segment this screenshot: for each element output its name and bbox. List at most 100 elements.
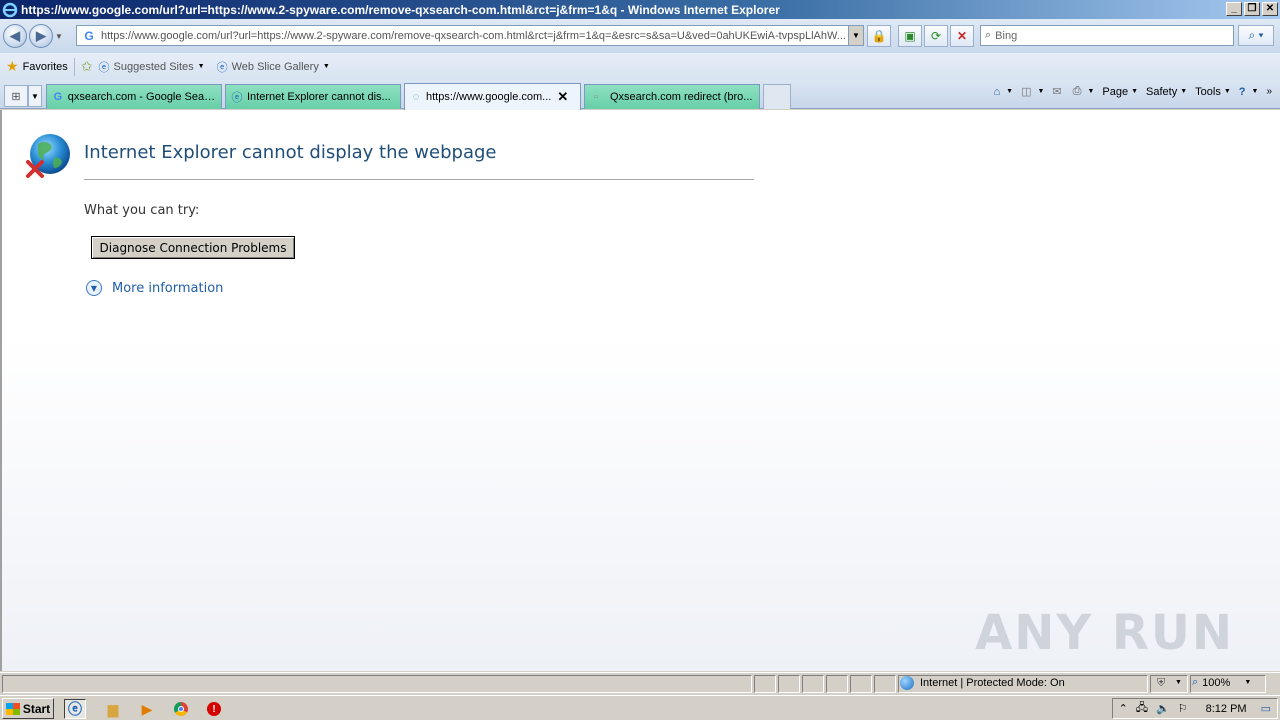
start-label: Start <box>22 701 51 716</box>
suggested-sites-label: Suggested Sites <box>113 60 194 73</box>
google-icon: G <box>53 91 63 103</box>
favorites-label: Favorites <box>22 60 68 73</box>
forward-arrow-icon: ▶ <box>36 28 46 43</box>
new-tab-button[interactable] <box>763 84 791 109</box>
ie-icon: ⓔ <box>68 701 82 717</box>
home-button[interactable]: ⌂ ▼ <box>993 86 1013 98</box>
magnifier-icon: ⌕ ▾ <box>1248 28 1264 42</box>
tab-list-dropdown[interactable]: ▼ <box>28 85 42 107</box>
printer-icon: ⎙ <box>1072 85 1082 97</box>
zoom-level[interactable]: ⌕ 100% ▼ <box>1192 676 1251 689</box>
security-lock-button[interactable]: 🔒 <box>867 25 891 47</box>
start-button[interactable]: Start <box>2 698 54 719</box>
expand-chevron-icon: ▼ <box>86 280 102 296</box>
show-desktop-icon[interactable]: ▭ <box>1261 702 1271 715</box>
globe-error-icon <box>26 134 70 178</box>
command-bar-overflow[interactable]: » <box>1266 86 1272 97</box>
tools-menu[interactable]: Tools ▼ <box>1195 86 1231 98</box>
tab-bar: ⊞ ▼ G qxsearch.com - Google Search ⓔ Int… <box>0 80 1280 110</box>
stop-button[interactable]: ✕ <box>950 25 974 47</box>
page-icon: ▫ <box>594 91 598 103</box>
address-dropdown-button[interactable]: ▼ <box>848 26 863 45</box>
recent-pages-dropdown[interactable]: ▼ <box>55 32 63 41</box>
add-favorite-star-icon: ✩ <box>80 58 93 74</box>
volume-icon[interactable]: 🔈 <box>1156 702 1170 715</box>
mail-icon: ✉ <box>1052 86 1062 98</box>
print-button[interactable]: ⎙ ▼ <box>1073 85 1095 98</box>
folder-icon: ▆ <box>107 700 119 717</box>
quick-tabs-button[interactable]: ⊞ <box>4 85 28 107</box>
media-player-icon: ▶ <box>141 700 153 717</box>
search-button[interactable]: ⌕ ▾ <box>1238 25 1274 46</box>
status-bar: Internet | Protected Mode: On ⛨ ▼ ⌕ 100%… <box>0 672 1280 694</box>
tab-google-search[interactable]: G qxsearch.com - Google Search <box>46 84 222 109</box>
page-menu-label: Page <box>1102 85 1129 98</box>
status-cell <box>850 675 872 693</box>
status-cell <box>778 675 800 693</box>
restore-button[interactable]: ❐ <box>1244 2 1260 16</box>
tools-menu-label: Tools <box>1195 85 1221 98</box>
window-title: https://www.google.com/url?url=https://w… <box>21 2 780 17</box>
tray-expand-icon[interactable]: ⌃ <box>1119 702 1128 715</box>
ie-icon: ⓔ <box>231 92 243 104</box>
security-zone-label: Internet | Protected Mode: On <box>920 677 1065 689</box>
close-tab-icon[interactable]: ✕ <box>557 89 568 105</box>
taskbar-explorer-button[interactable]: ▆ <box>102 699 124 719</box>
web-slice-gallery-link[interactable]: ⓔ Web Slice Gallery ▼ <box>217 59 330 75</box>
clock[interactable]: 8:12 PM <box>1206 703 1247 715</box>
loading-icon: ◌ <box>412 91 420 103</box>
tab-qxsearch-redirect[interactable]: ▫ Qxsearch.com redirect (bro... <box>584 84 760 109</box>
action-center-flag-icon[interactable]: ⚐ <box>1178 702 1188 715</box>
separator <box>73 57 75 76</box>
feeds-button[interactable]: ◫ ▼ <box>1021 85 1044 98</box>
network-icon[interactable]: 🖧 <box>1136 699 1148 718</box>
ie-page-icon: ⓔ <box>98 61 110 74</box>
alert-stop-icon: ! <box>207 702 221 716</box>
page-menu[interactable]: Page ▼ <box>1102 86 1138 98</box>
help-icon: ? <box>1238 85 1246 98</box>
tab-google-redirect-active[interactable]: ◌ https://www.google.com... ✕ <box>404 83 581 110</box>
more-information-link[interactable]: ▼ More information <box>86 280 223 296</box>
favorites-star-icon: ★ <box>6 58 19 74</box>
minimize-button[interactable]: _ <box>1226 2 1242 16</box>
anyrun-watermark: ANY RUN <box>975 605 1234 661</box>
google-favicon-icon: G <box>84 28 94 43</box>
diagnose-connection-button[interactable]: Diagnose Connection Problems <box>91 236 295 259</box>
protected-mode-cell[interactable]: ⛨ ▼ <box>1150 675 1188 693</box>
search-placeholder: Bing <box>995 29 1018 42</box>
safety-menu-label: Safety <box>1146 85 1178 98</box>
internet-globe-icon <box>900 676 914 690</box>
forward-button[interactable]: ▶ <box>29 24 53 48</box>
security-zone[interactable]: Internet | Protected Mode: On <box>900 676 1065 690</box>
taskbar-chrome-button[interactable] <box>170 699 192 719</box>
taskbar-ie-button[interactable]: ⓔ <box>64 699 86 719</box>
status-text-cell <box>2 675 752 693</box>
back-button[interactable]: ◀ <box>3 24 27 48</box>
status-cell <box>874 675 896 693</box>
compatibility-view-button[interactable]: ▣ <box>898 25 922 47</box>
suggested-sites-link[interactable]: ⓔ Suggested Sites ▼ <box>99 59 205 75</box>
taskbar-alert-button[interactable]: ! <box>203 699 225 719</box>
read-mail-button[interactable]: ✉ <box>1052 85 1064 98</box>
safety-menu[interactable]: Safety ▼ <box>1146 86 1187 98</box>
home-icon: ⌂ <box>993 85 1001 98</box>
stop-icon: ✕ <box>956 29 968 43</box>
help-menu[interactable]: ? ▼ <box>1239 86 1259 98</box>
taskbar-media-player-button[interactable]: ▶ <box>136 699 158 719</box>
page-title: Internet Explorer cannot display the web… <box>84 142 497 163</box>
window-title-bar: https://www.google.com/url?url=https://w… <box>0 0 1280 19</box>
page-content: Internet Explorer cannot display the web… <box>0 110 1280 671</box>
close-button[interactable]: ✕ <box>1262 2 1278 16</box>
chevron-down-icon: ▼ <box>1175 679 1182 686</box>
refresh-button[interactable]: ⟳ <box>924 25 948 47</box>
grid-icon: ⊞ <box>11 90 21 103</box>
ie-page-icon: ⓔ <box>216 61 228 74</box>
add-to-favorites-bar-button[interactable]: ✩ <box>81 58 93 75</box>
favorites-button[interactable]: ★ Favorites <box>6 58 68 75</box>
favorites-bar: ★ Favorites ✩ ⓔ Suggested Sites ▼ ⓔ Web … <box>0 53 1280 80</box>
shield-icon: ⛨ <box>1157 677 1166 689</box>
address-field[interactable]: G https://www.google.com/url?url=https:/… <box>76 25 864 46</box>
tab-ie-cannot-display[interactable]: ⓔ Internet Explorer cannot dis... <box>225 84 401 109</box>
rss-feed-icon: ◫ <box>1021 86 1032 98</box>
search-field[interactable]: ⌕ Bing <box>980 25 1234 46</box>
